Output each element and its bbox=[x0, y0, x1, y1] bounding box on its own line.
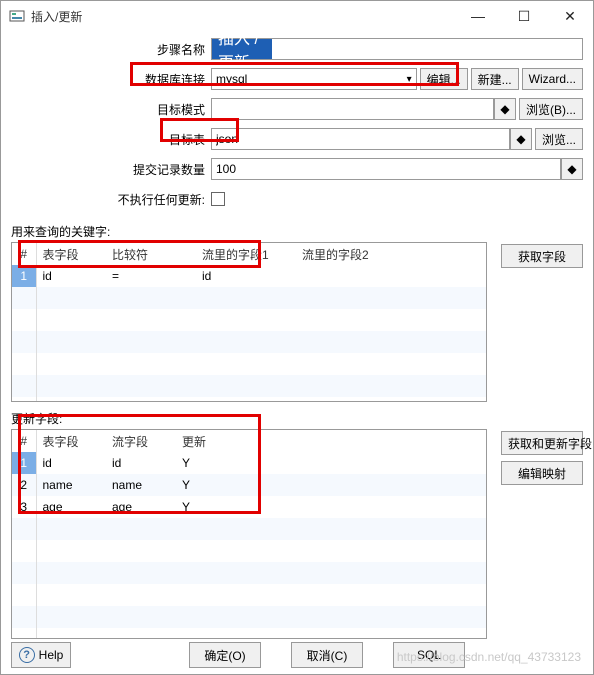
table-row[interactable] bbox=[12, 606, 486, 628]
step-name-value: 插入 / 更新 bbox=[212, 39, 272, 59]
help-button[interactable]: ? Help bbox=[11, 642, 71, 668]
schema-variable-button[interactable]: ◆ bbox=[494, 98, 516, 120]
commit-size-label: 提交记录数量 bbox=[11, 161, 211, 178]
get-update-fields-button[interactable]: 获取和更新字段 bbox=[501, 431, 583, 455]
key-fields-table[interactable]: # 表字段 比较符 流里的字段1 流里的字段2 1id=id bbox=[11, 242, 487, 402]
table-row[interactable]: 1id=id bbox=[12, 265, 486, 287]
col-rownum: # bbox=[12, 430, 36, 452]
commit-size-input[interactable] bbox=[211, 158, 561, 180]
col-comparator: 比较符 bbox=[106, 243, 196, 265]
no-update-checkbox[interactable] bbox=[211, 192, 225, 206]
table-row[interactable]: 2namenameY bbox=[12, 474, 486, 496]
table-row[interactable]: 3ageageY bbox=[12, 496, 486, 518]
commit-variable-button[interactable]: ◆ bbox=[561, 158, 583, 180]
chevron-down-icon: ▾ bbox=[407, 74, 412, 85]
step-name-input[interactable]: 插入 / 更新 bbox=[211, 38, 583, 60]
col-rownum: # bbox=[12, 243, 36, 265]
edit-mapping-button[interactable]: 编辑映射 bbox=[501, 461, 583, 485]
cancel-button[interactable]: 取消(C) bbox=[291, 642, 363, 668]
target-table-label: 目标表 bbox=[11, 131, 211, 148]
table-row[interactable] bbox=[12, 584, 486, 606]
table-row[interactable] bbox=[12, 309, 486, 331]
table-row[interactable] bbox=[12, 375, 486, 397]
edit-connection-button[interactable]: 编辑... bbox=[420, 68, 468, 90]
target-schema-label: 目标模式 bbox=[11, 101, 211, 118]
target-table-input[interactable] bbox=[211, 128, 510, 150]
wizard-button[interactable]: Wizard... bbox=[522, 68, 583, 90]
form-area: 步骤名称 插入 / 更新 数据库连接 mysql ▾ 编辑... 新建... W… bbox=[1, 31, 593, 213]
db-connection-combo[interactable]: mysql ▾ bbox=[211, 68, 417, 90]
col-table-field: 表字段 bbox=[36, 430, 106, 452]
dialog-footer: ? Help 确定(O) 取消(C) SQL bbox=[1, 642, 593, 668]
db-connection-label: 数据库连接 bbox=[11, 71, 211, 88]
col-stream2: 流里的字段2 bbox=[296, 243, 486, 265]
ok-button[interactable]: 确定(O) bbox=[189, 642, 261, 668]
app-icon bbox=[9, 8, 25, 24]
close-button[interactable]: ✕ bbox=[547, 1, 593, 31]
browse-table-button[interactable]: 浏览... bbox=[535, 128, 583, 150]
target-schema-input[interactable] bbox=[211, 98, 494, 120]
table-row[interactable] bbox=[12, 628, 486, 639]
window-title: 插入/更新 bbox=[31, 8, 82, 25]
update-fields-table[interactable]: # 表字段 流字段 更新 1ididY2namenameY3ageageY bbox=[11, 429, 487, 639]
table-row[interactable] bbox=[12, 562, 486, 584]
maximize-button[interactable]: ☐ bbox=[501, 1, 547, 31]
title-bar: 插入/更新 — ☐ ✕ bbox=[1, 1, 593, 31]
col-stream1: 流里的字段1 bbox=[196, 243, 296, 265]
table-variable-button[interactable]: ◆ bbox=[510, 128, 532, 150]
table-row[interactable] bbox=[12, 518, 486, 540]
new-connection-button[interactable]: 新建... bbox=[471, 68, 519, 90]
table-row[interactable]: 1ididY bbox=[12, 452, 486, 474]
table-row[interactable] bbox=[12, 331, 486, 353]
col-stream-field: 流字段 bbox=[106, 430, 176, 452]
minimize-button[interactable]: — bbox=[455, 1, 501, 31]
help-icon: ? bbox=[19, 647, 35, 663]
key-section-label: 用来查询的关键字: bbox=[1, 215, 593, 242]
table-row[interactable] bbox=[12, 540, 486, 562]
browse-schema-button[interactable]: 浏览(B)... bbox=[519, 98, 583, 120]
no-update-label: 不执行任何更新: bbox=[11, 191, 211, 208]
help-label: Help bbox=[39, 648, 64, 662]
sql-button[interactable]: SQL bbox=[393, 642, 465, 668]
table-row[interactable] bbox=[12, 353, 486, 375]
col-update: 更新 bbox=[176, 430, 486, 452]
step-name-label: 步骤名称 bbox=[11, 41, 211, 58]
db-connection-value: mysql bbox=[216, 72, 247, 86]
table-row[interactable] bbox=[12, 287, 486, 309]
update-section-label: 更新字段: bbox=[1, 402, 593, 429]
col-table-field: 表字段 bbox=[36, 243, 106, 265]
table-row[interactable] bbox=[12, 397, 486, 402]
get-fields-button[interactable]: 获取字段 bbox=[501, 244, 583, 268]
